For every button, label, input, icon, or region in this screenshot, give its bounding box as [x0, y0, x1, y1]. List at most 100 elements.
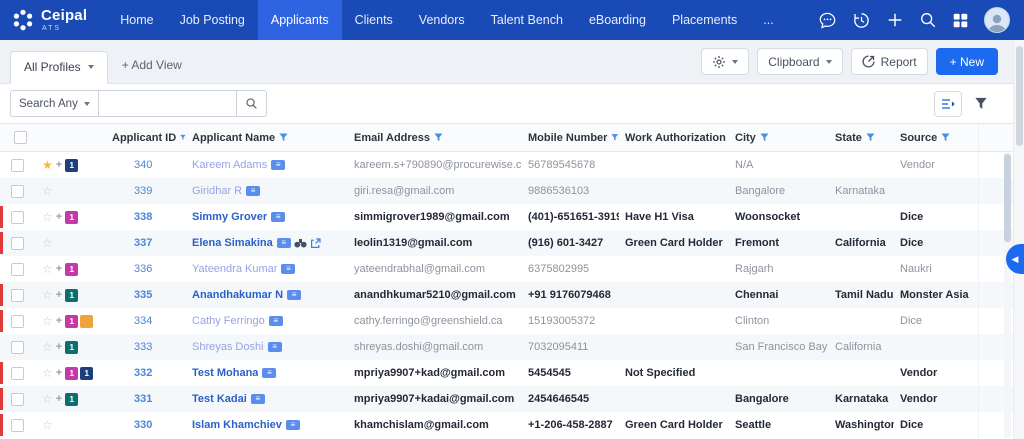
- row-checkbox[interactable]: [10, 210, 24, 224]
- column-header-applicant-id[interactable]: Applicant ID: [106, 132, 186, 144]
- history-icon[interactable]: [852, 11, 871, 30]
- new-button[interactable]: + New: [935, 48, 998, 75]
- column-header-state[interactable]: State: [829, 132, 894, 144]
- contact-card-icon[interactable]: ≡: [287, 290, 302, 300]
- count-badge[interactable]: 1: [65, 262, 79, 276]
- search-input[interactable]: [98, 90, 237, 117]
- nav-item-vendors[interactable]: Vendors: [406, 0, 478, 40]
- nav-item-eboarding[interactable]: eBoarding: [576, 0, 659, 40]
- applicant-name-link[interactable]: Cathy Ferringo: [192, 315, 265, 327]
- applicant-name-link[interactable]: Islam Khamchiev: [192, 419, 282, 431]
- add-tag-icon[interactable]: +: [56, 263, 62, 275]
- binoculars-icon[interactable]: [294, 238, 307, 248]
- applicant-id-link[interactable]: 337: [134, 237, 152, 249]
- filter-icon[interactable]: [611, 133, 619, 142]
- star-icon[interactable]: ☆: [42, 315, 53, 327]
- row-checkbox[interactable]: [10, 392, 24, 406]
- row-checkbox[interactable]: [10, 236, 24, 250]
- applicant-name-link[interactable]: Kareem Adams: [192, 159, 267, 171]
- filter-icon[interactable]: [434, 133, 443, 142]
- add-tag-icon[interactable]: +: [56, 289, 62, 301]
- star-icon[interactable]: ☆: [42, 289, 53, 301]
- count-badge[interactable]: 1: [65, 340, 79, 354]
- row-checkbox[interactable]: [10, 314, 24, 328]
- add-tag-icon[interactable]: +: [56, 211, 62, 223]
- row-checkbox[interactable]: [10, 184, 24, 198]
- filter-icon[interactable]: [760, 133, 769, 142]
- contact-card-icon[interactable]: ≡: [276, 238, 291, 248]
- row-checkbox[interactable]: [10, 262, 24, 276]
- count-badge[interactable]: 1: [80, 366, 94, 380]
- applicant-id-link[interactable]: 335: [134, 289, 152, 301]
- applicant-name-link[interactable]: Shreyas Doshi: [192, 341, 264, 353]
- chat-icon[interactable]: [818, 11, 837, 30]
- settings-dropdown[interactable]: [701, 48, 750, 75]
- add-icon[interactable]: [886, 11, 904, 29]
- star-icon[interactable]: ☆: [42, 393, 53, 405]
- add-tag-icon[interactable]: +: [56, 159, 62, 171]
- applicant-id-link[interactable]: 332: [134, 367, 152, 379]
- tab-all-profiles[interactable]: All Profiles: [10, 51, 108, 84]
- applicant-name-link[interactable]: Test Mohana: [192, 367, 258, 379]
- external-link-icon[interactable]: [310, 237, 321, 249]
- contact-card-icon[interactable]: ≡: [281, 264, 296, 274]
- row-checkbox[interactable]: [10, 418, 24, 432]
- user-avatar[interactable]: [984, 7, 1010, 33]
- applicant-id-link[interactable]: 333: [134, 341, 152, 353]
- applicant-id-link[interactable]: 340: [134, 159, 152, 171]
- star-icon[interactable]: ★: [42, 159, 53, 171]
- column-header-source[interactable]: Source: [894, 132, 978, 144]
- star-icon[interactable]: ☆: [42, 419, 53, 431]
- clipboard-dropdown[interactable]: Clipboard: [757, 48, 843, 75]
- page-scrollbar[interactable]: [1013, 40, 1024, 439]
- star-icon[interactable]: ☆: [42, 341, 53, 353]
- contact-card-icon[interactable]: ≡: [271, 212, 286, 222]
- column-header-applicant-name[interactable]: Applicant Name: [186, 132, 348, 144]
- filter-icon[interactable]: [279, 133, 288, 142]
- header-checkbox[interactable]: [13, 131, 27, 144]
- applicant-name-link[interactable]: Yateendra Kumar: [192, 263, 277, 275]
- applicant-id-link[interactable]: 330: [134, 419, 152, 431]
- nav-item-clients[interactable]: Clients: [342, 0, 406, 40]
- table-scrollbar[interactable]: [1004, 152, 1011, 438]
- count-badge[interactable]: 1: [65, 314, 79, 328]
- star-icon[interactable]: ☆: [42, 263, 53, 275]
- contact-card-icon[interactable]: ≡: [285, 420, 300, 430]
- applicant-name-link[interactable]: Anandhakumar N: [192, 289, 283, 301]
- nav-item-placements[interactable]: Placements: [659, 0, 750, 40]
- brand-logo[interactable]: Ceipal ATS: [0, 8, 101, 32]
- contact-card-icon[interactable]: ≡: [262, 368, 277, 378]
- star-icon[interactable]: ☆: [42, 237, 53, 249]
- applicant-name-link[interactable]: Elena Simakina: [192, 237, 273, 249]
- star-icon[interactable]: ☆: [42, 367, 53, 379]
- count-badge[interactable]: 1: [65, 392, 79, 406]
- filter-button[interactable]: [974, 97, 988, 110]
- nav-item-talent-bench[interactable]: Talent Bench: [478, 0, 576, 40]
- column-header-email[interactable]: Email Address: [348, 132, 522, 144]
- search-button[interactable]: [236, 90, 267, 117]
- contact-card-icon[interactable]: ≡: [250, 394, 265, 404]
- count-badge[interactable]: 1: [65, 210, 79, 224]
- star-icon[interactable]: ☆: [42, 185, 53, 197]
- add-tag-icon[interactable]: +: [56, 341, 62, 353]
- applicant-id-link[interactable]: 339: [134, 185, 152, 197]
- column-header-city[interactable]: City: [729, 132, 829, 144]
- add-tag-icon[interactable]: +: [56, 315, 62, 327]
- contact-card-icon[interactable]: ≡: [268, 316, 283, 326]
- nav-item-job-posting[interactable]: Job Posting: [167, 0, 258, 40]
- column-settings-button[interactable]: [934, 90, 962, 117]
- nav-item-home[interactable]: Home: [107, 0, 166, 40]
- nav-item-applicants[interactable]: Applicants: [257, 0, 342, 40]
- applicant-id-link[interactable]: 336: [134, 263, 152, 275]
- filter-icon[interactable]: [941, 133, 950, 142]
- contact-card-icon[interactable]: ≡: [246, 186, 261, 196]
- column-header-mobile[interactable]: Mobile Number: [522, 132, 619, 144]
- add-view-button[interactable]: + Add View: [108, 58, 196, 83]
- row-checkbox[interactable]: [10, 366, 24, 380]
- star-icon[interactable]: ☆: [42, 211, 53, 223]
- contact-card-icon[interactable]: ≡: [267, 342, 282, 352]
- column-header-work-authorization[interactable]: Work Authorization: [619, 132, 729, 144]
- applicant-id-link[interactable]: 331: [134, 393, 152, 405]
- apps-grid-icon[interactable]: [952, 12, 969, 29]
- applicant-id-link[interactable]: 334: [134, 315, 152, 327]
